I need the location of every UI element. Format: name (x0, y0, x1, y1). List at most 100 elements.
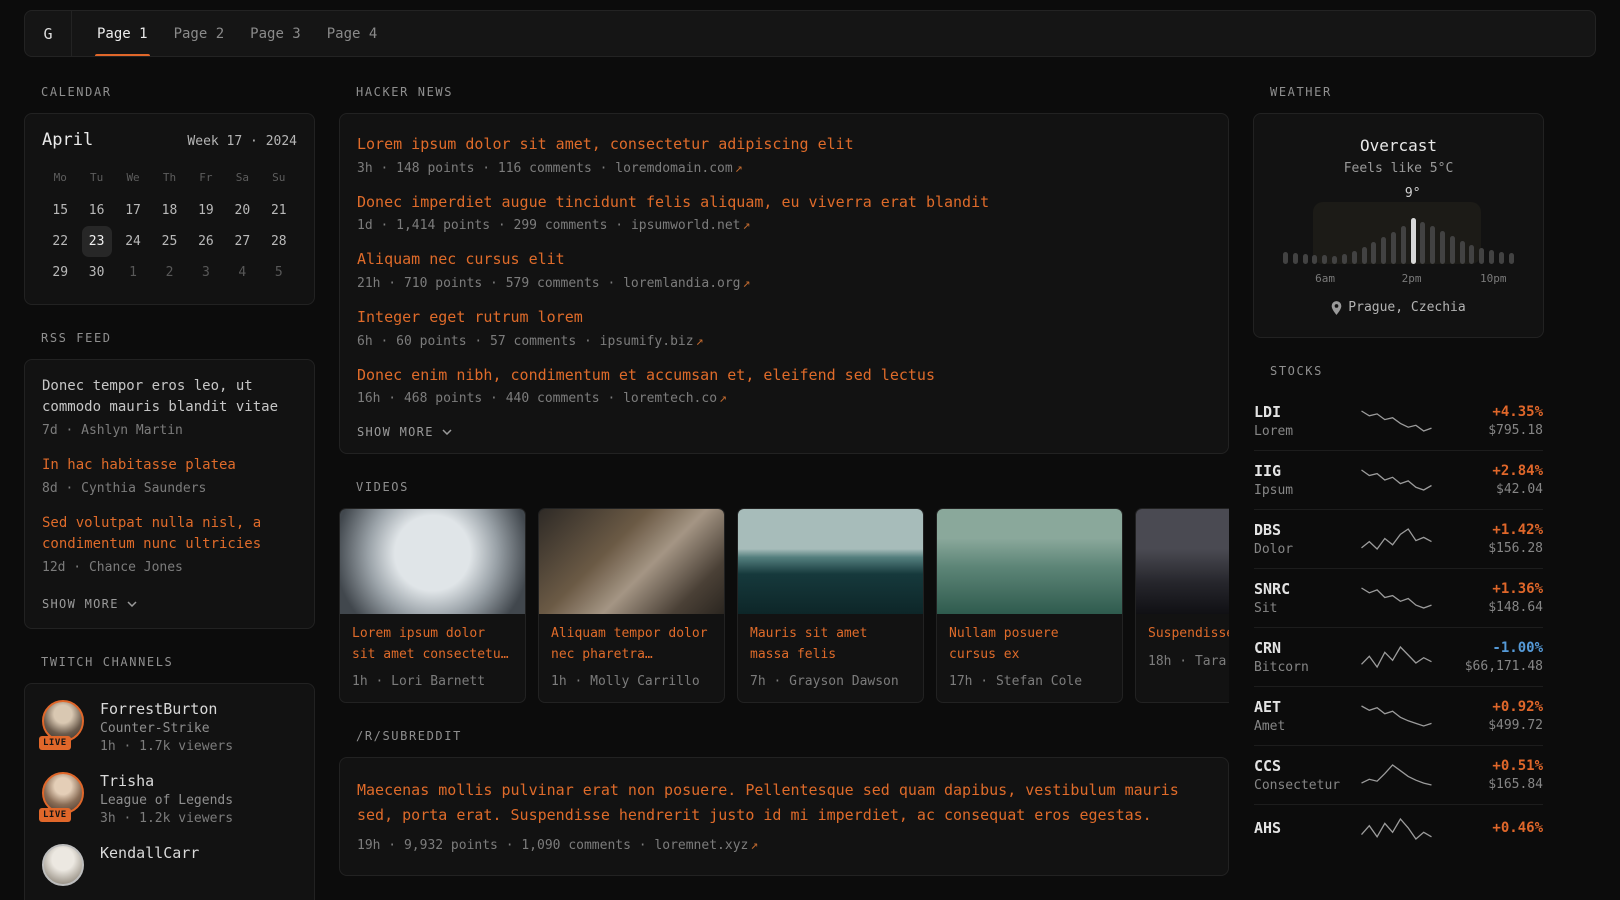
page-tabs: Page 1 Page 2 Page 3 Page 4 (95, 11, 379, 56)
twitch-channel-row[interactable]: LIVE ForrestBurton Counter-Strike 1h · 1… (42, 700, 297, 754)
hn-story-link[interactable]: Donec imperdiet augue tincidunt felis al… (357, 191, 1211, 214)
stock-row[interactable]: SNRC Sit +1.36% $148.64 (1254, 568, 1543, 627)
weather-card: Overcast Feels like 5°C 9° 6am 2pm 10pm … (1253, 113, 1544, 338)
right-column: WEATHER Overcast Feels like 5°C 9° 6am 2… (1253, 75, 1544, 879)
temp-bar (1391, 232, 1396, 264)
calendar-day: 22 (45, 226, 75, 257)
hn-source-link[interactable]: loremlandia.org↗ (623, 276, 750, 291)
videos-widget: VIDEOS Lorem ipsum dolor sit amet consec… (339, 480, 1229, 702)
hn-story-meta: 1d · 1,414 points · 299 comments · (357, 218, 631, 233)
stock-symbol: LDI (1254, 403, 1346, 421)
hn-show-more-button[interactable]: SHOW MORE (357, 425, 452, 439)
calendar-day: 30 (82, 257, 112, 288)
stock-sparkline (1354, 816, 1439, 842)
stock-sparkline (1354, 526, 1439, 552)
subreddit-post-meta: 19h · 9,932 points · 1,090 comments · (357, 838, 654, 853)
stock-change: +1.36% (1447, 581, 1543, 597)
stock-price: $66,171.48 (1447, 659, 1543, 674)
stock-symbol: IIG (1254, 462, 1346, 480)
calendar-section-title: CALENDAR (24, 85, 315, 99)
video-meta: 17h · Stefan Cole (937, 665, 1122, 702)
stock-row[interactable]: CRN Bitcorn -1.00% $66,171.48 (1254, 627, 1543, 686)
stock-row[interactable]: DBS Dolor +1.42% $156.28 (1254, 509, 1543, 568)
hn-source-link[interactable]: loremtech.co↗ (623, 391, 727, 406)
calendar-month: April (42, 130, 93, 150)
hn-story: Donec enim nibh, condimentum et accumsan… (357, 364, 1211, 409)
hacker-news-section-title: HACKER NEWS (339, 85, 1229, 99)
stock-row[interactable]: CCS Consectetur +0.51% $165.84 (1254, 745, 1543, 804)
show-more-label: SHOW MORE (42, 597, 119, 611)
temp-bar (1401, 226, 1406, 264)
video-thumbnail (539, 509, 724, 614)
stock-row[interactable]: LDI Lorem +4.35% $795.18 (1254, 392, 1543, 450)
rss-widget: RSS FEED Donec tempor eros leo, ut commo… (24, 331, 315, 629)
hn-story-link[interactable]: Lorem ipsum dolor sit amet, consectetur … (357, 133, 1211, 156)
stock-change: +0.46% (1447, 820, 1543, 836)
stock-price: $499.72 (1447, 718, 1543, 733)
video-card[interactable]: Suspendisse diam 18h · Tara (1135, 508, 1229, 702)
stock-price: $42.04 (1447, 482, 1543, 497)
time-label: 6am (1315, 272, 1335, 285)
stocks-widget: STOCKS LDI Lorem +4.35% $795.18 IIG (1253, 364, 1544, 853)
video-thumbnail (1136, 509, 1229, 614)
calendar-day: 21 (264, 195, 294, 226)
calendar-day: 16 (82, 195, 112, 226)
hn-source-link[interactable]: loremdomain.com↗ (615, 161, 742, 176)
weekday-label: Fr (188, 166, 224, 189)
rss-item-link[interactable]: Sed volutpat nulla nisl, a condimentum n… (42, 513, 297, 555)
tab-page-3[interactable]: Page 3 (248, 11, 303, 56)
calendar-week-year: Week 17 · 2024 (187, 134, 297, 149)
hn-story-link[interactable]: Donec enim nibh, condimentum et accumsan… (357, 364, 1211, 387)
temp-bar (1312, 255, 1317, 264)
stock-price: $148.64 (1447, 600, 1543, 615)
calendar-day-other-month: 4 (227, 257, 257, 288)
rss-section-title: RSS FEED (24, 331, 315, 345)
tab-page-1[interactable]: Page 1 (95, 11, 150, 56)
stock-row[interactable]: IIG Ipsum +2.84% $42.04 (1254, 450, 1543, 509)
temp-bar (1293, 253, 1298, 264)
subreddit-source-link[interactable]: loremnet.xyz↗ (654, 838, 758, 853)
subreddit-post-link[interactable]: Maecenas mollis pulvinar erat non posuer… (357, 778, 1211, 829)
video-card[interactable]: Aliquam tempor dolor nec pharetra… 1h · … (538, 508, 725, 702)
channel-name: ForrestBurton (100, 700, 233, 718)
twitch-channel-row[interactable]: KendallCarr (42, 844, 297, 888)
stock-sparkline (1354, 408, 1439, 434)
rss-item-link[interactable]: In hac habitasse platea (42, 455, 297, 476)
calendar-days-grid: 15 16 17 18 19 20 21 22 23 24 25 26 27 2… (42, 195, 297, 288)
hn-story-meta: 3h · 148 points · 116 comments · (357, 161, 615, 176)
video-card[interactable]: Lorem ipsum dolor sit amet consectetu… 1… (339, 508, 526, 702)
hn-source-link[interactable]: ipsumify.biz↗ (600, 334, 704, 349)
tab-page-2[interactable]: Page 2 (172, 11, 227, 56)
calendar-day: 27 (227, 226, 257, 257)
stock-sparkline (1354, 467, 1439, 493)
calendar-day: 25 (154, 226, 184, 257)
weekday-label: Mo (42, 166, 78, 189)
stock-price: $795.18 (1447, 423, 1543, 438)
hn-story-link[interactable]: Aliquam nec cursus elit (357, 248, 1211, 271)
stock-change: +0.51% (1447, 758, 1543, 774)
tab-page-4[interactable]: Page 4 (325, 11, 380, 56)
channel-name: Trisha (100, 772, 233, 790)
temp-bar (1450, 236, 1455, 264)
twitch-channel-row[interactable]: LIVE Trisha League of Legends 3h · 1.2k … (42, 772, 297, 826)
temp-bar (1440, 231, 1445, 264)
stock-sparkline (1354, 585, 1439, 611)
temp-bar (1479, 248, 1484, 264)
rss-item: In hac habitasse platea 8d · Cynthia Sau… (42, 455, 297, 498)
video-card[interactable]: Mauris sit amet massa felis 7h · Grayson… (737, 508, 924, 702)
hn-story-link[interactable]: Integer eget rutrum lorem (357, 306, 1211, 329)
hn-source-link[interactable]: ipsumworld.net↗ (631, 218, 750, 233)
external-link-icon: ↗ (750, 838, 758, 853)
app-logo[interactable]: G (25, 11, 72, 56)
rss-show-more-button[interactable]: SHOW MORE (42, 597, 137, 611)
stock-row[interactable]: AHS +0.46% (1254, 804, 1543, 853)
temp-bar (1460, 241, 1465, 264)
calendar-day: 26 (191, 226, 221, 257)
weather-section-title: WEATHER (1253, 85, 1544, 99)
stock-change: +2.84% (1447, 463, 1543, 479)
stock-name: Lorem (1254, 424, 1346, 439)
video-card[interactable]: Nullam posuere cursus ex 17h · Stefan Co… (936, 508, 1123, 702)
stock-row[interactable]: AET Amet +0.92% $499.72 (1254, 686, 1543, 745)
rss-item-link[interactable]: Donec tempor eros leo, ut commodo mauris… (42, 376, 297, 418)
calendar-day: 15 (45, 195, 75, 226)
